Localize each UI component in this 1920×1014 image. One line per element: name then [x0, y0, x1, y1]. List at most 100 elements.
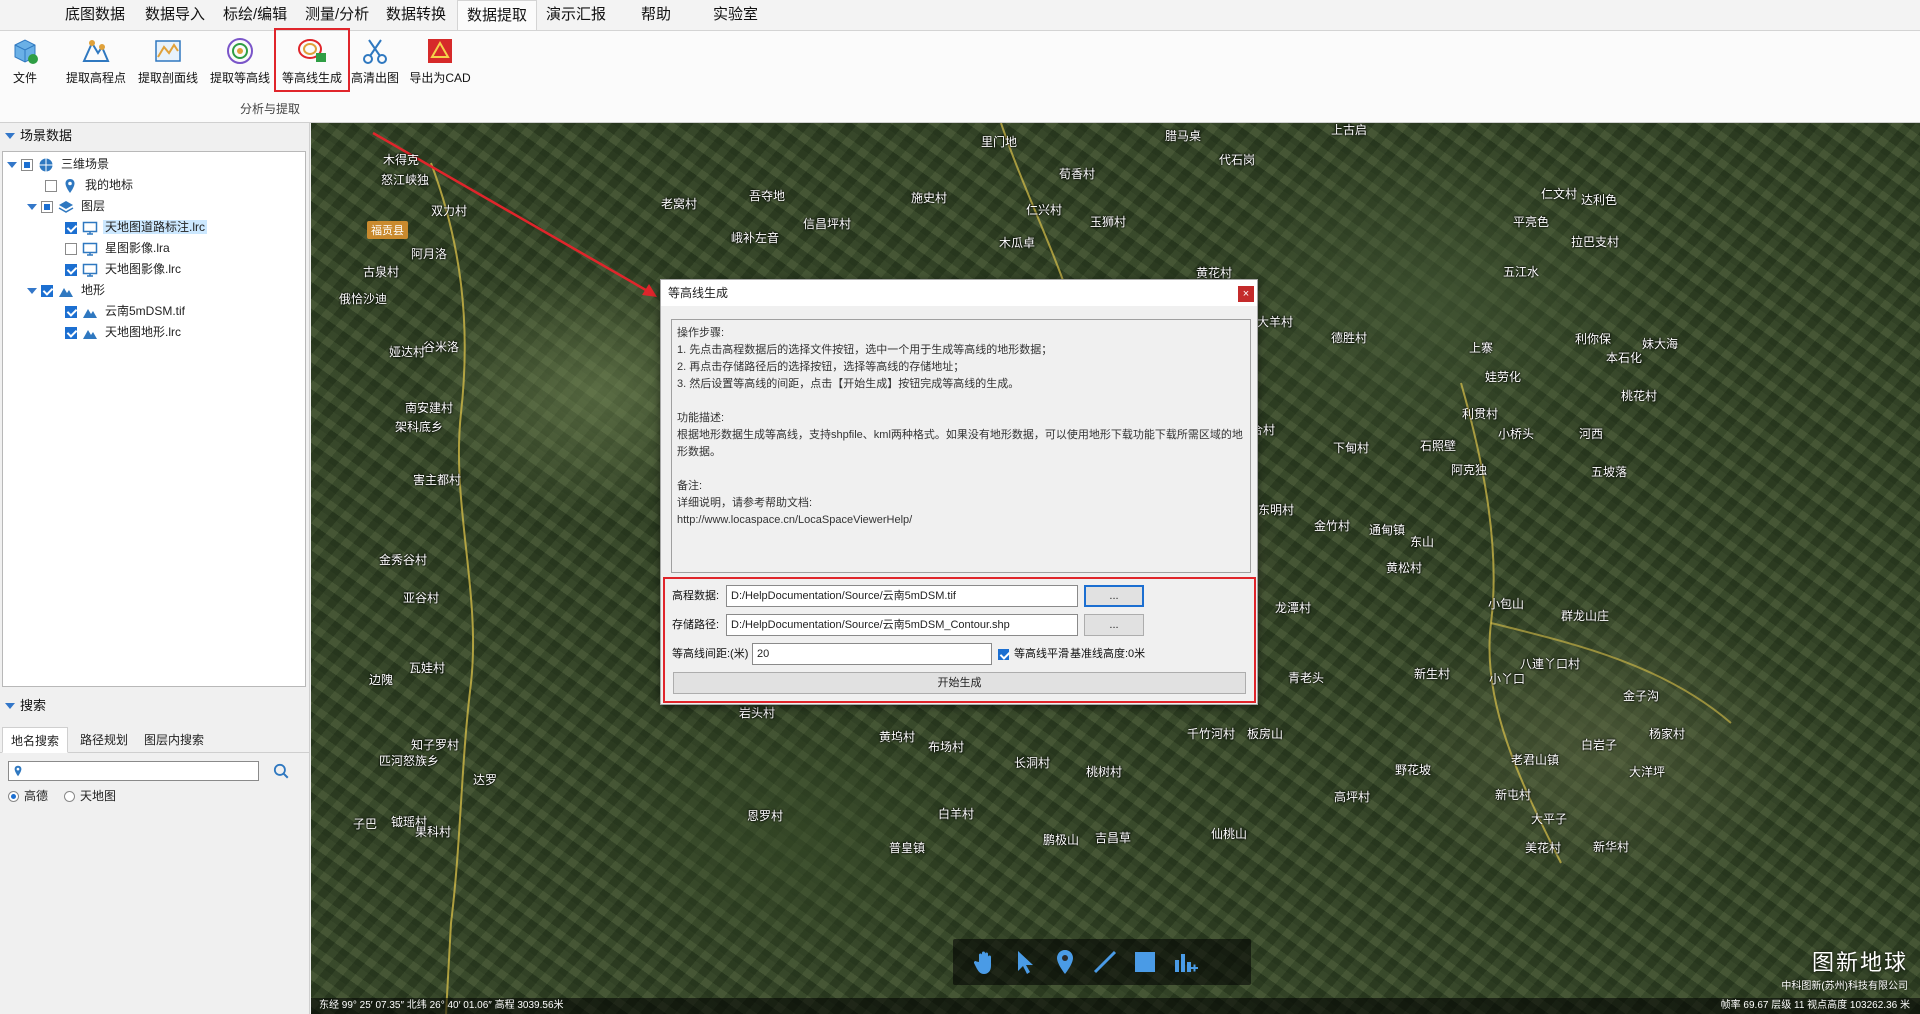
search-header[interactable]: 搜索: [0, 695, 310, 717]
terrain-icon: [83, 308, 97, 318]
hand-pan-icon[interactable]: [971, 948, 999, 976]
base-line-height-label: 基准线高度:0米: [1070, 648, 1146, 660]
tree-node-tianditu-imagery[interactable]: 天地图影像.lrc: [65, 259, 183, 279]
tree-checkbox[interactable]: [65, 242, 77, 255]
map-place-label: 木得克: [383, 153, 420, 167]
elevation-data-field[interactable]: D:/HelpDocumentation/Source/云南5mDSM.tif: [726, 585, 1078, 607]
contour-interval-field[interactable]: 20: [752, 643, 992, 665]
contour-smooth-checkbox[interactable]: [998, 648, 1009, 660]
tab-place-search[interactable]: 地名搜索: [2, 727, 69, 753]
radio-button[interactable]: [8, 791, 19, 803]
export-cad-button[interactable]: 导出为CAD: [408, 31, 472, 99]
map-place-label: 小丫口: [1489, 672, 1526, 686]
map-place-label: 上古启: [1331, 123, 1368, 137]
map-place-label: 峨补左音: [731, 231, 780, 245]
expand-arrow-icon[interactable]: [7, 161, 17, 168]
scene-data-header[interactable]: 场景数据: [0, 125, 310, 147]
tab-plot-edit[interactable]: 标绘/编辑: [214, 0, 296, 30]
extract-contour-label: 提取等高线: [209, 71, 270, 85]
tree-checkbox[interactable]: [65, 326, 77, 339]
map-place-label: 利你保: [1575, 332, 1612, 346]
map-place-label: 古泉村: [363, 265, 400, 279]
tree-node-yunnan-dsm[interactable]: 云南5mDSM.tif: [65, 301, 187, 321]
tab-presentation[interactable]: 演示汇报: [537, 0, 615, 30]
search-input[interactable]: [8, 761, 259, 781]
tab-route-planning[interactable]: 路径规划: [72, 727, 136, 753]
map-place-label: 福贡县: [367, 221, 408, 239]
tree-checkbox[interactable]: [41, 284, 53, 297]
browse-storage-button[interactable]: ...: [1084, 614, 1144, 636]
search-title: 搜索: [20, 698, 47, 713]
map-place-label: 五江水: [1503, 265, 1540, 279]
tree-checkbox[interactable]: [45, 179, 57, 192]
map-place-label: 施史村: [911, 191, 948, 205]
start-generate-button[interactable]: 开始生成: [673, 672, 1246, 694]
hd-export-label: 高清出图: [350, 71, 399, 85]
tab-basemap-data[interactable]: 底图数据: [56, 0, 134, 30]
file-button[interactable]: 文件: [6, 31, 44, 99]
tab-help[interactable]: 帮助: [632, 0, 680, 30]
chart-add-icon[interactable]: [1171, 948, 1199, 976]
file-cube-icon: [14, 39, 38, 64]
map-place-label: 普皇镇: [889, 841, 926, 855]
tree-node-terrain[interactable]: 地形: [27, 280, 107, 300]
map-place-label: 娅达村: [389, 345, 426, 359]
tree-checkbox[interactable]: [41, 200, 53, 213]
contour-extract-icon: [227, 38, 253, 64]
dialog-title-bar: 等高线生成 ×: [661, 280, 1257, 306]
tree-node-tianditu-terrain[interactable]: 天地图地形.lrc: [65, 322, 183, 342]
search-icon[interactable]: [272, 762, 290, 780]
render-stats: 帧率 69.67 层级 11 视点高度 103262.36 米: [1720, 1000, 1910, 1011]
line-draw-icon[interactable]: [1091, 948, 1119, 976]
radio-gaode[interactable]: 高德: [8, 787, 48, 805]
polygon-draw-icon[interactable]: [1131, 948, 1159, 976]
expand-arrow-icon[interactable]: [27, 203, 37, 210]
extract-profile-line-button[interactable]: 提取剖面线: [136, 31, 200, 99]
terrain-icon: [83, 329, 97, 339]
radio-label: 高德: [24, 789, 49, 803]
map-place-label: 俄恰沙迪: [339, 292, 388, 306]
pointer-select-icon[interactable]: [1011, 948, 1039, 976]
map-place-label: 信昌坪村: [803, 217, 852, 231]
tab-data-convert[interactable]: 数据转换: [377, 0, 455, 30]
tree-checkbox[interactable]: [65, 221, 77, 234]
map-place-label: 杨家村: [1649, 727, 1686, 741]
tab-layer-search[interactable]: 图层内搜索: [136, 727, 212, 753]
map-place-label: 谷米洛: [423, 340, 460, 354]
tree-checkbox[interactable]: [21, 158, 33, 171]
hd-export-button[interactable]: 高清出图: [348, 31, 402, 99]
collapse-arrow-icon: [5, 133, 15, 139]
expand-arrow-icon[interactable]: [27, 287, 37, 294]
map-pin-icon[interactable]: [1051, 948, 1079, 976]
tab-lab[interactable]: 实验室: [704, 0, 767, 30]
browse-elevation-button[interactable]: ...: [1084, 585, 1144, 607]
map-place-label: 通甸镇: [1369, 523, 1406, 537]
instruction-gap: [677, 461, 1245, 478]
tab-data-extract[interactable]: 数据提取: [457, 0, 538, 30]
map-place-label: 金子沟: [1623, 689, 1660, 703]
scene-tree: 三维场景 我的地标 图层 天地图道路标注.lrc 星图影像.lra 天地图影像.…: [2, 151, 306, 687]
radio-button[interactable]: [64, 791, 75, 803]
map-place-label: 白岩子: [1581, 738, 1618, 752]
storage-path-field[interactable]: D:/HelpDocumentation/Source/云南5mDSM_Cont…: [726, 614, 1078, 636]
extract-elevation-point-button[interactable]: 提取高程点: [64, 31, 128, 99]
radio-tianditu[interactable]: 天地图: [64, 787, 116, 805]
pin-icon: [14, 765, 22, 777]
tree-node-star-imagery[interactable]: 星图影像.lra: [65, 238, 172, 258]
tree-node-3d-scene[interactable]: 三维场景: [7, 154, 111, 174]
close-button[interactable]: ×: [1238, 286, 1254, 302]
tab-data-import[interactable]: 数据导入: [136, 0, 214, 30]
tree-node-layers[interactable]: 图层: [27, 196, 107, 216]
tree-checkbox[interactable]: [65, 305, 77, 318]
map-place-label: 利贯村: [1462, 407, 1499, 421]
map-place-label: 仙桃山: [1211, 827, 1248, 841]
tree-node-my-landmarks[interactable]: 我的地标: [45, 175, 135, 195]
tab-measure-analysis[interactable]: 测量/分析: [296, 0, 378, 30]
tree-checkbox[interactable]: [65, 263, 77, 276]
extract-contour-button[interactable]: 提取等高线: [208, 31, 272, 99]
ribbon-group-label: 分析与提取: [239, 102, 300, 116]
contour-smooth-option[interactable]: 等高线平滑: [998, 643, 1069, 665]
contour-interval-label: 等高线间距:(米): [672, 648, 749, 660]
tree-node-tianditu-road-label[interactable]: 天地图道路标注.lrc: [65, 217, 207, 237]
scissors-icon: [363, 39, 387, 64]
